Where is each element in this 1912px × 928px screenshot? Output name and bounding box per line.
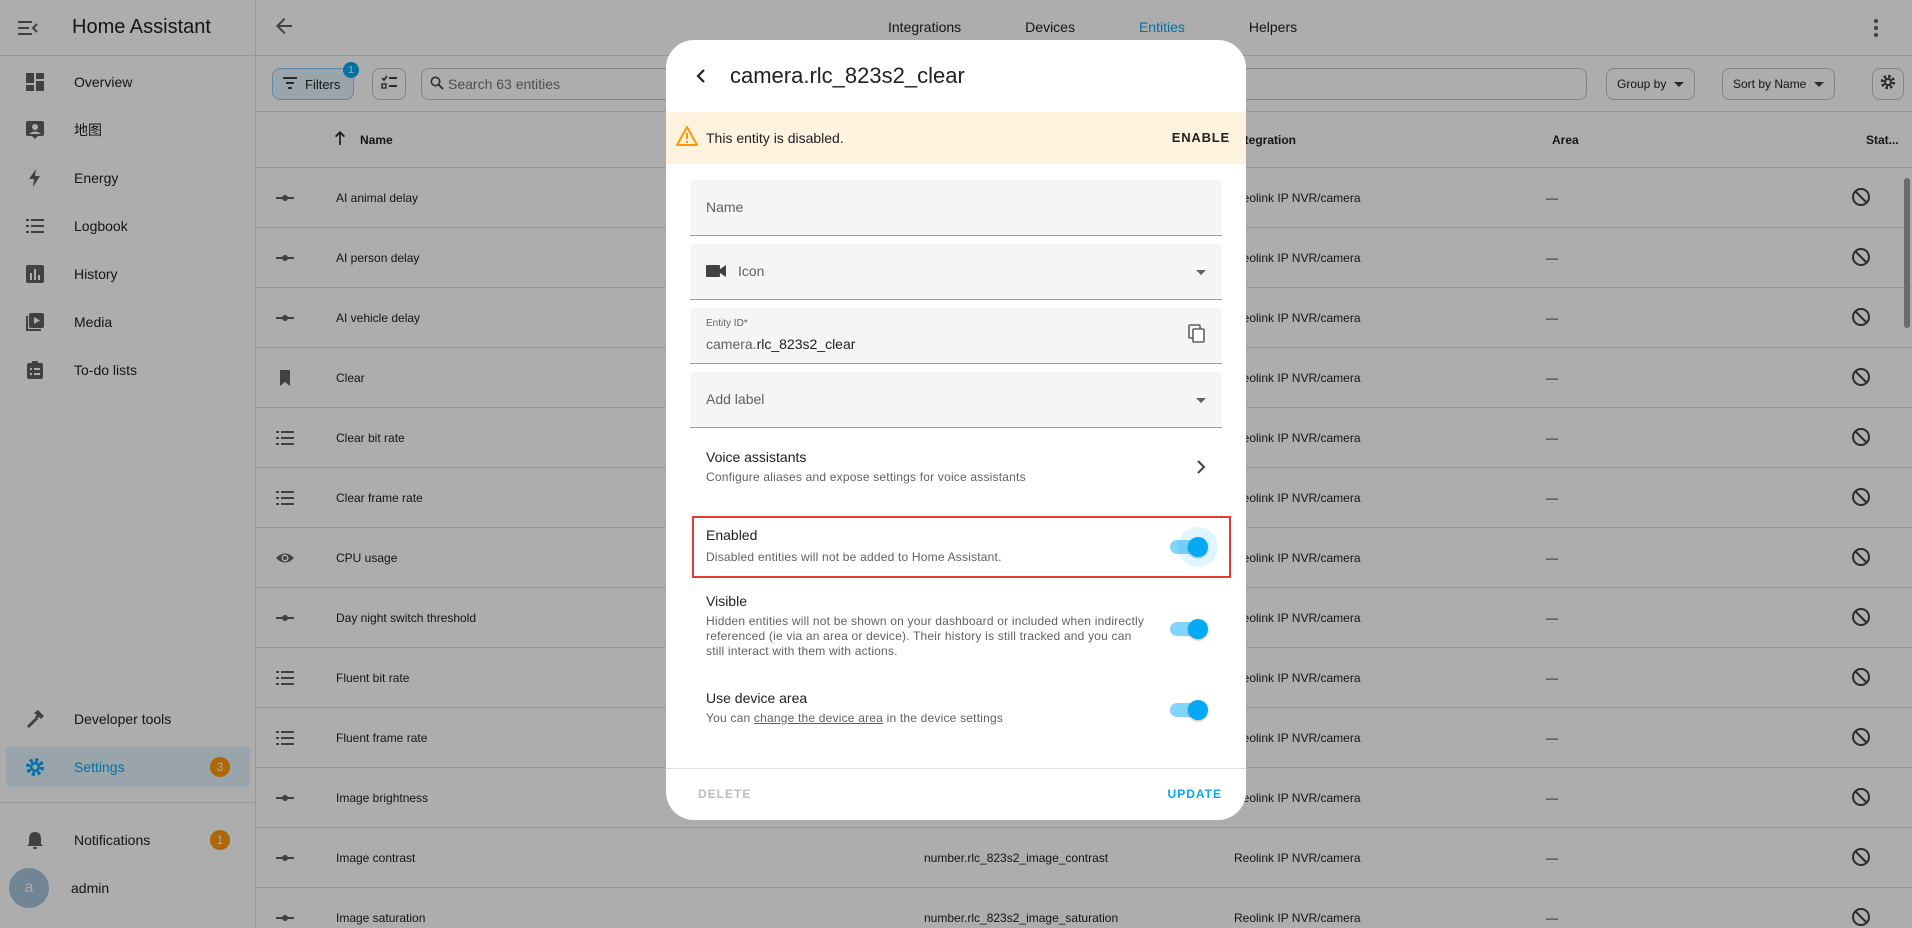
change-device-area-link[interactable]: change the device area (754, 711, 883, 725)
delete-button[interactable]: DELETE (698, 787, 751, 801)
name-field[interactable]: Name (690, 180, 1222, 236)
dialog-header: camera.rlc_823s2_clear (666, 40, 1246, 112)
icon-picker[interactable]: Icon (690, 244, 1222, 300)
toggle-knob (1188, 619, 1208, 639)
entity-settings-dialog: camera.rlc_823s2_clear This entity is di… (666, 40, 1246, 820)
chevron-down-icon (1196, 270, 1206, 275)
copy-icon[interactable] (1188, 324, 1206, 349)
device-area-desc-pre: You can (706, 711, 754, 725)
enable-button[interactable]: ENABLE (1172, 130, 1230, 145)
chevron-left-icon[interactable] (690, 64, 714, 88)
voice-assistants-title: Voice assistants (706, 449, 807, 465)
entity-id-field[interactable]: Entity ID* camera.rlc_823s2_clear (690, 308, 1222, 364)
update-button[interactable]: UPDATE (1168, 787, 1222, 801)
voice-assistants-desc: Configure aliases and expose settings fo… (706, 470, 1026, 484)
disabled-warning-banner: This entity is disabled. ENABLE (666, 112, 1246, 164)
chevron-down-icon (1196, 398, 1206, 403)
warning-text: This entity is disabled. (706, 130, 844, 146)
visible-desc: Hidden entities will not be shown on you… (706, 614, 1145, 658)
toggle-knob (1188, 700, 1208, 720)
visible-toggle[interactable] (1170, 619, 1208, 639)
entity-id-value: camera.rlc_823s2_clear (706, 336, 855, 352)
chevron-right-icon[interactable] (1196, 460, 1206, 479)
use-device-area-row: Use device area You can change the devic… (706, 690, 1206, 726)
device-area-desc-post: in the device settings (883, 711, 1004, 725)
entity-id-text: rlc_823s2_clear (756, 336, 856, 352)
highlight-box (692, 516, 1231, 578)
add-label-field[interactable]: Add label (690, 372, 1222, 428)
use-device-area-toggle[interactable] (1170, 700, 1208, 720)
name-placeholder: Name (706, 199, 744, 215)
dialog-title: camera.rlc_823s2_clear (730, 63, 965, 88)
add-label-placeholder: Add label (706, 391, 765, 407)
entity-id-label: Entity ID* (706, 318, 748, 329)
icon-label: Icon (738, 263, 765, 279)
visible-row: Visible Hidden entities will not be show… (706, 593, 1146, 659)
use-device-area-desc: You can change the device area in the de… (706, 711, 1206, 726)
voice-assistants-row[interactable]: Voice assistants Configure aliases and e… (706, 449, 1206, 499)
entity-id-prefix: camera. (706, 336, 757, 352)
video-camera-icon (706, 264, 726, 283)
dialog-footer: DELETE UPDATE (666, 768, 1246, 820)
visible-title: Visible (706, 593, 747, 609)
use-device-area-title: Use device area (706, 690, 808, 706)
warning-icon (676, 125, 698, 151)
